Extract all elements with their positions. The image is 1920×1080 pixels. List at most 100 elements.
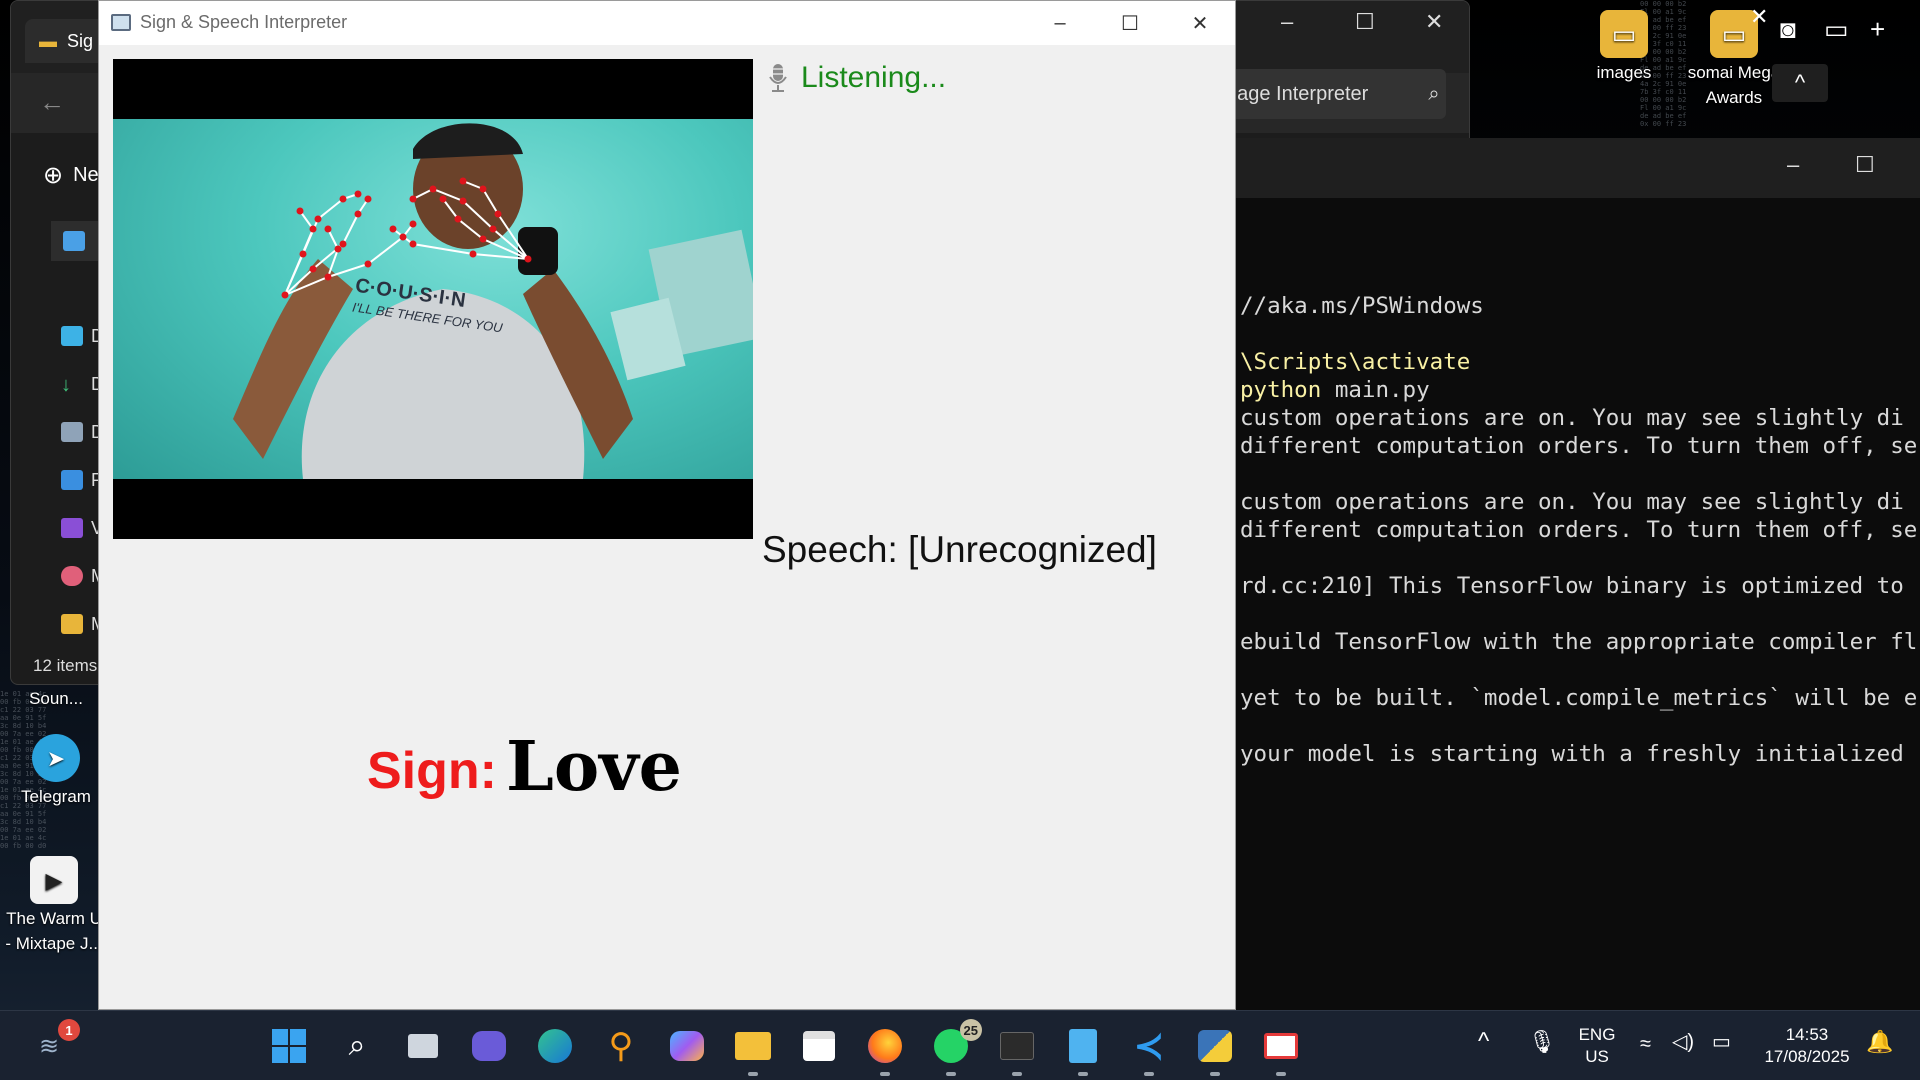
python-icon <box>1198 1030 1232 1062</box>
search-field[interactable]: uage Interpreter ⌕ <box>1206 69 1446 119</box>
listening-text: Listening... <box>801 61 947 94</box>
maximize-icon[interactable]: ☐ <box>1355 9 1375 35</box>
telegram-icon: ➤ <box>32 734 80 782</box>
clock[interactable]: 14:53 17/08/2025 <box>1752 1024 1862 1068</box>
taskbar-terminal[interactable] <box>996 1025 1038 1076</box>
taskbar-vscode[interactable]: ≺ <box>1128 1025 1170 1076</box>
wifi-icon[interactable]: ≈ <box>1640 1033 1651 1055</box>
taskbar-search[interactable]: ⌕ <box>336 1025 378 1067</box>
whatsapp-badge: 25 <box>959 1019 982 1041</box>
videos-icon <box>61 518 83 538</box>
add-icon[interactable]: + <box>1870 14 1885 45</box>
taskbar: ≋ 1 ⌕ ⚲ 25 ≺ ^ 🎙 ENG US ≈ ◁) ▭ 14:53 17/… <box>0 1010 1920 1080</box>
maximize-button[interactable]: ☐ <box>1095 1 1165 45</box>
notification-bell-icon[interactable]: 🔔 <box>1866 1031 1893 1053</box>
camera-icon[interactable]: ◙ <box>1780 14 1796 45</box>
window-title: Sign & Speech Interpreter <box>140 12 348 32</box>
terminal-line: python main.py <box>1240 377 1430 403</box>
vscode-icon: ≺ <box>1133 1025 1165 1066</box>
taskbar-search-app[interactable]: ⚲ <box>600 1025 642 1067</box>
minimize-button[interactable]: – <box>1025 1 1095 45</box>
desktop-icon-mixtape[interactable]: ▶ The Warm U - Mixtape J... <box>4 856 104 956</box>
weather-widget[interactable]: ≋ 1 <box>28 1019 80 1067</box>
wristwatch <box>518 227 558 275</box>
desktop-icon-images[interactable]: ▭ images <box>1574 10 1674 85</box>
app-window-icon <box>111 14 131 31</box>
terminal-line: //aka.ms/PSWindows <box>1240 293 1484 319</box>
terminal-line: different computation orders. To turn th… <box>1240 433 1918 459</box>
camera-frame: C·O·U·S·I·N I'LL BE THERE FOR YOU <box>113 119 753 479</box>
firefox-icon <box>868 1029 902 1063</box>
sign-speech-interpreter-window[interactable]: Sign & Speech Interpreter – ☐ ✕ C·O·U·S·… <box>98 0 1236 1010</box>
media-file-icon: ▶ <box>30 856 78 904</box>
running-indicator <box>1144 1072 1154 1076</box>
search-icon: ⌕ <box>348 1029 366 1062</box>
taskbar-notepad[interactable] <box>1062 1025 1104 1076</box>
terminal-line: ebuild TensorFlow with the appropriate c… <box>1240 629 1918 655</box>
running-indicator <box>748 1072 758 1076</box>
close-icon[interactable]: ✕ <box>1425 9 1443 35</box>
desktop-icon-sound[interactable]: Soun... <box>6 686 106 711</box>
task-view[interactable] <box>402 1025 444 1067</box>
taskbar-store[interactable] <box>798 1025 840 1067</box>
chat-icon <box>472 1031 506 1061</box>
maximize-icon[interactable]: ☐ <box>1855 152 1875 178</box>
language-code: ENG <box>1578 1025 1616 1044</box>
person-cap <box>413 123 523 159</box>
desktop-icon-telegram[interactable]: ➤ Telegram <box>6 734 106 809</box>
desktop-icon-label: images <box>1596 63 1652 82</box>
language-indicator[interactable]: ENG US <box>1572 1024 1622 1068</box>
terminal-output[interactable]: //aka.ms/PSWindows \Scripts\activate pyth… <box>1240 292 1917 768</box>
taskbar-edge[interactable] <box>534 1025 576 1067</box>
volume-icon[interactable]: ◁) <box>1672 1031 1694 1053</box>
download-icon: ↓ <box>61 374 71 396</box>
windows-icon <box>272 1029 306 1063</box>
speech-result: Speech: [Unrecognized] <box>762 529 1157 570</box>
edge-icon <box>538 1029 572 1063</box>
terminal-command: python <box>1240 377 1335 403</box>
back-arrow-icon[interactable]: ← <box>39 87 65 118</box>
store-icon <box>803 1031 835 1061</box>
minimize-icon[interactable]: – <box>1787 152 1799 178</box>
terminal-window[interactable]: – ☐ //aka.ms/PSWindows \Scripts\activate… <box>1235 138 1920 1013</box>
desktop-icon-label: Telegram <box>21 787 91 806</box>
taskbar-file-explorer[interactable] <box>732 1025 774 1076</box>
start-button[interactable] <box>268 1025 310 1067</box>
taskbar-firefox[interactable] <box>864 1025 906 1076</box>
clock-date: 17/08/2025 <box>1764 1047 1850 1066</box>
app-titlebar: Sign & Speech Interpreter – ☐ ✕ <box>99 1 1235 45</box>
taskbar-meet[interactable] <box>468 1025 510 1067</box>
folder-icon: ▬ <box>39 30 57 51</box>
chevron-up-icon[interactable]: ^ <box>1772 64 1828 102</box>
minimize-icon[interactable]: – <box>1281 9 1293 35</box>
running-indicator <box>1276 1072 1286 1076</box>
copilot-icon <box>670 1031 704 1061</box>
new-button[interactable]: ⊕ Ne <box>43 161 99 190</box>
microphone-icon[interactable]: 🎙 <box>1528 1031 1556 1053</box>
document-icon <box>61 422 83 442</box>
desktop-icon-somai[interactable]: ▭ somai Mega Awards <box>1684 10 1784 110</box>
taskbar-whatsapp[interactable]: 25 <box>930 1019 982 1076</box>
taskbar-app-window[interactable] <box>1260 1025 1302 1076</box>
taskbar-copilot[interactable] <box>666 1025 708 1067</box>
close-icon[interactable]: ✕ <box>1750 4 1768 30</box>
camera-feed: C·O·U·S·I·N I'LL BE THERE FOR YOU <box>113 59 753 539</box>
notepad-icon <box>1069 1029 1097 1063</box>
desktop-icon-label: The Warm U <box>6 909 102 928</box>
terminal-icon <box>1000 1032 1034 1060</box>
close-button[interactable]: ✕ <box>1165 1 1235 45</box>
folder-icon <box>735 1032 771 1060</box>
plus-circle-icon: ⊕ <box>43 162 64 189</box>
camera-scene: C·O·U·S·I·N I'LL BE THERE FOR YOU <box>233 123 753 479</box>
taskbar-python[interactable] <box>1194 1025 1236 1076</box>
gallery-icon <box>63 231 85 251</box>
terminal-line: yet to be built. `model.compile_metrics`… <box>1240 685 1918 711</box>
battery-icon[interactable]: ▭ <box>1712 1031 1731 1053</box>
running-indicator <box>1078 1072 1088 1076</box>
video-icon[interactable]: ▭ <box>1824 14 1849 45</box>
desktop-icon-label: somai Mega <box>1687 63 1781 82</box>
chevron-up-icon[interactable]: ^ <box>1478 1030 1489 1054</box>
